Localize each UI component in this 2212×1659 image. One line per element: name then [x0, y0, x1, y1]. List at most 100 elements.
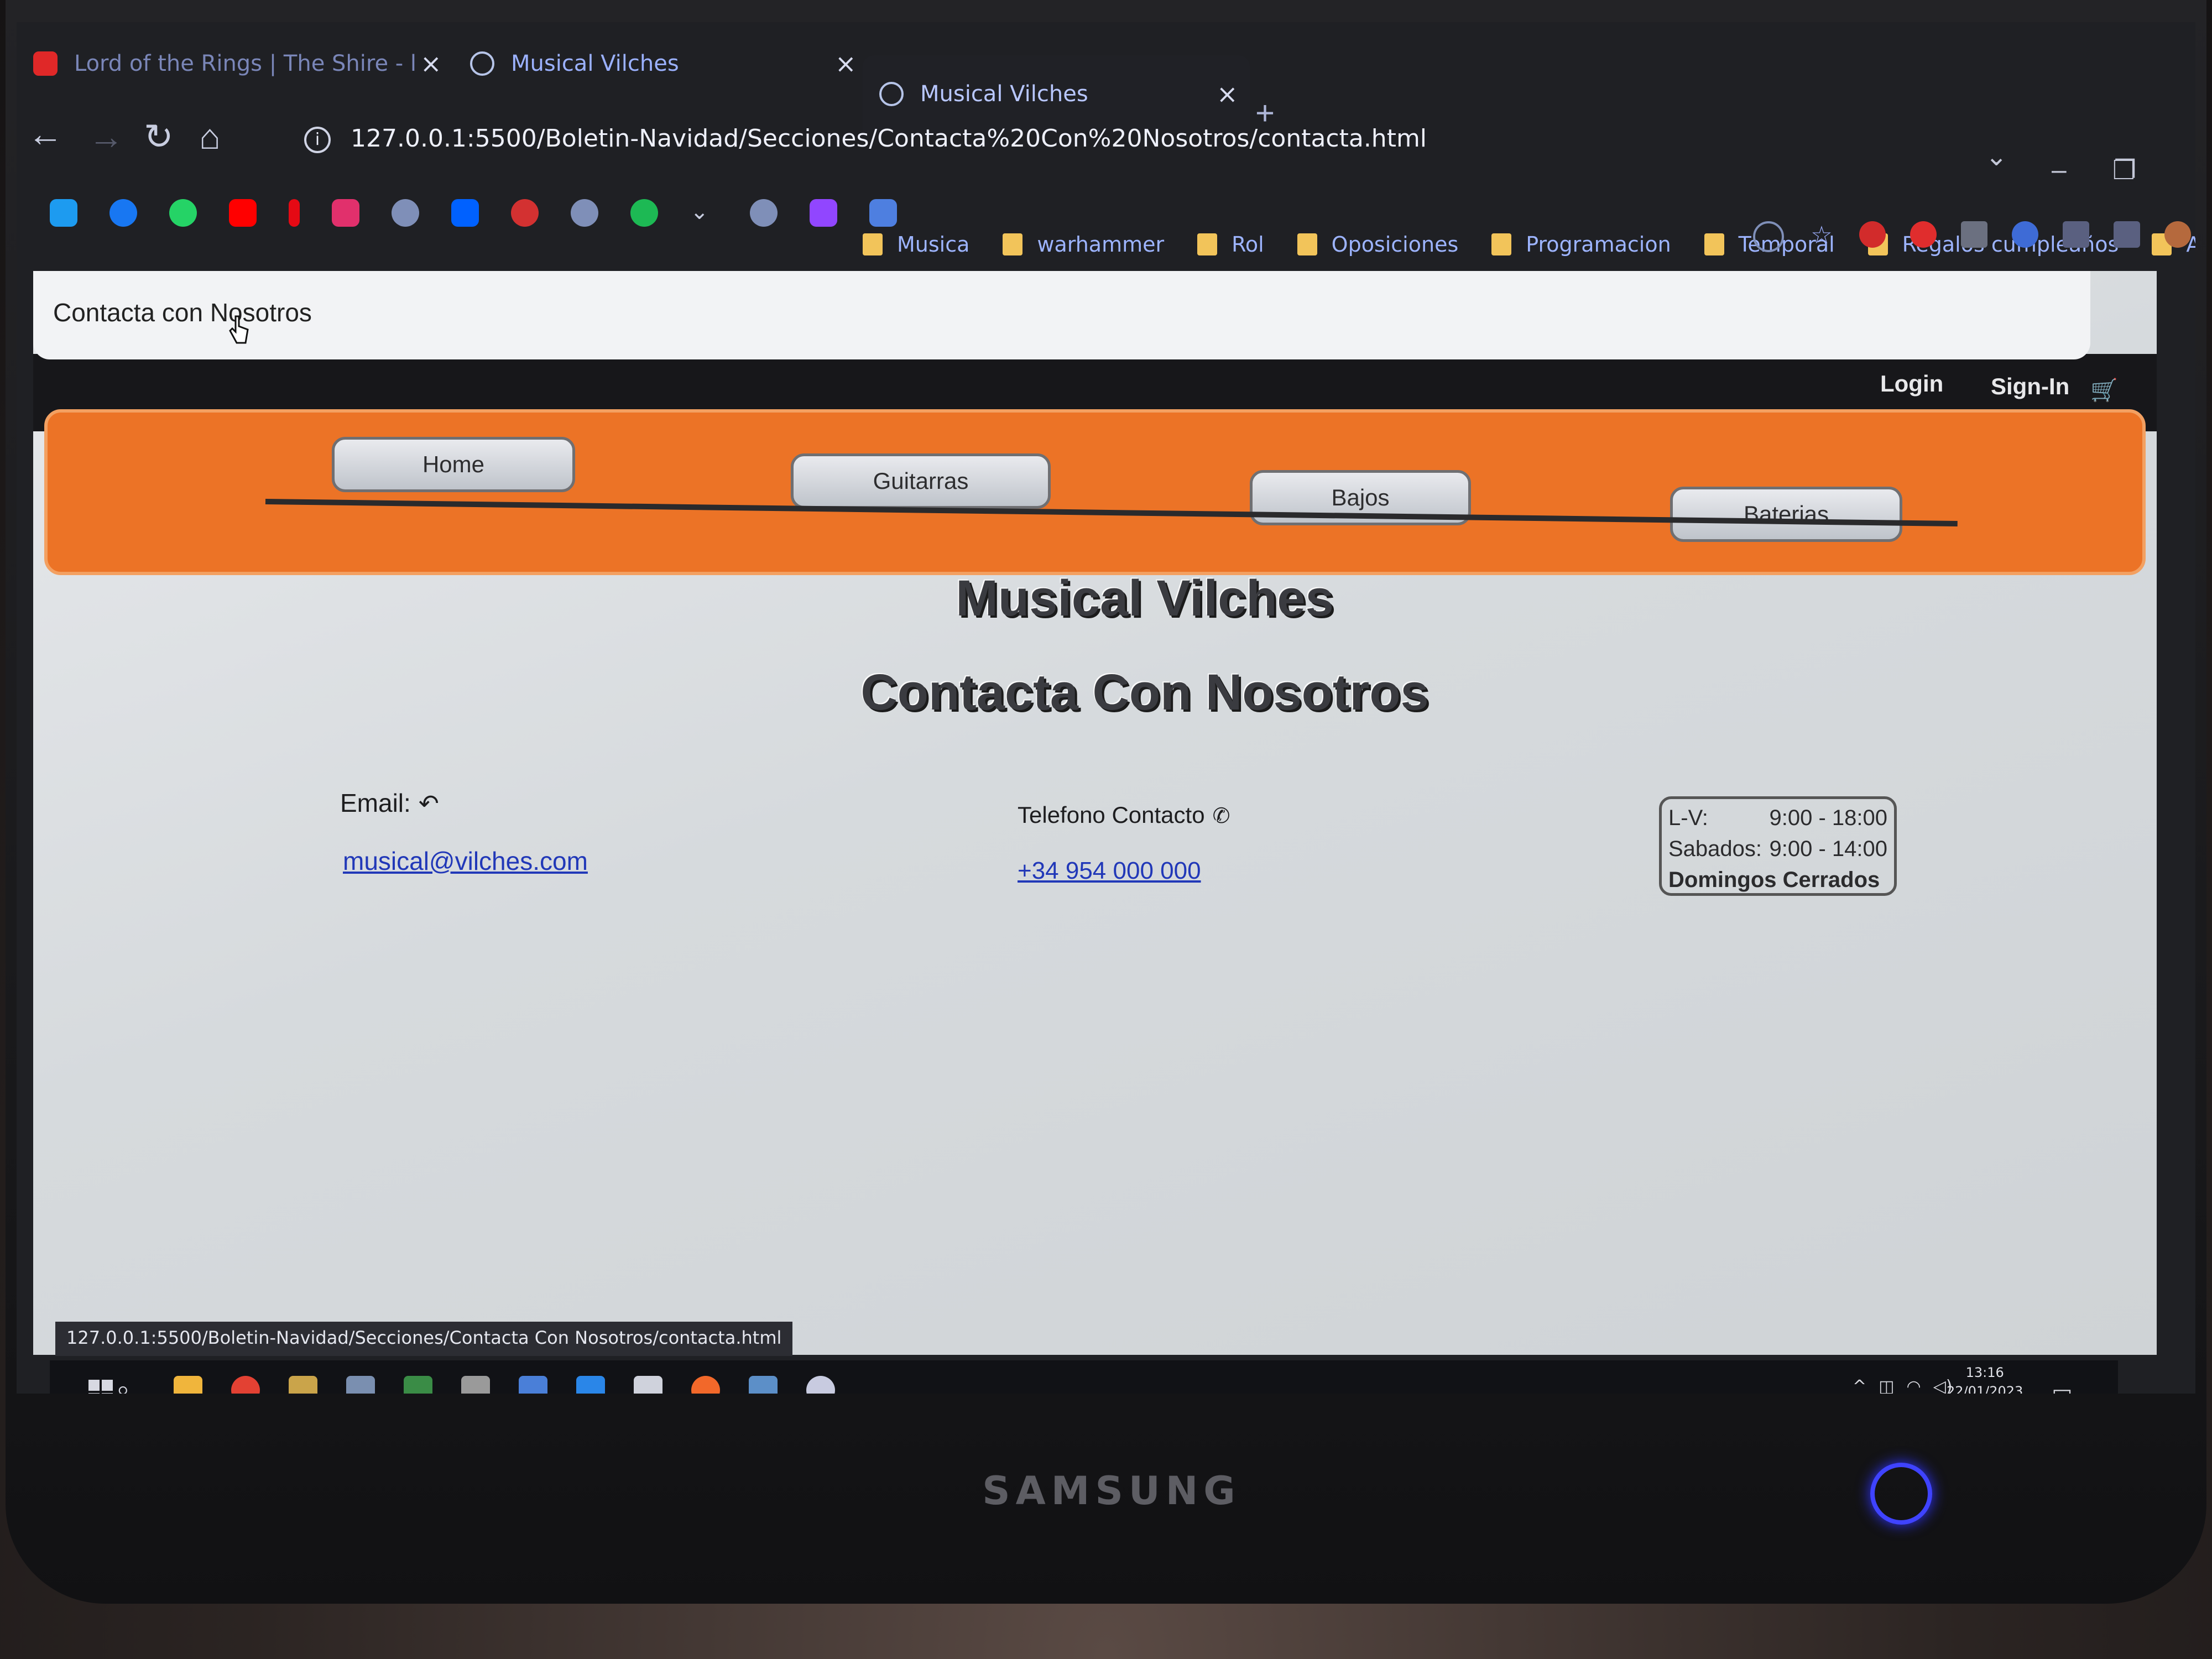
youtube-icon[interactable]: [229, 199, 257, 227]
info-icon[interactable]: i: [304, 127, 331, 153]
bookmark-folder[interactable]: warhammer: [1003, 232, 1164, 257]
app-icon[interactable]: [461, 1376, 490, 1394]
globe-icon[interactable]: [392, 199, 419, 227]
chevron-up-icon[interactable]: ^: [1853, 1377, 1866, 1394]
share-icon[interactable]: [1753, 221, 1784, 252]
firefox-icon[interactable]: [691, 1376, 720, 1394]
monitor-brand: SAMSUNG: [982, 1468, 1241, 1514]
screenshot-icon[interactable]: [1961, 221, 1987, 248]
bookmark-folder[interactable]: Rol: [1197, 232, 1264, 257]
status-bar: 127.0.0.1:5500/Boletin-Navidad/Secciones…: [55, 1322, 793, 1356]
instagram-icon[interactable]: [332, 199, 359, 227]
tab-title: Musical Vilches: [920, 81, 1088, 107]
chevron-down-icon[interactable]: ⌄: [1985, 141, 2007, 172]
spotify-icon[interactable]: [630, 199, 658, 227]
bookmark-folder[interactable]: Oposiciones: [1297, 232, 1458, 257]
netflix-icon[interactable]: [289, 199, 300, 227]
tab-title: Musical Vilches: [511, 51, 679, 76]
youtube-icon: [33, 51, 58, 76]
cart-icon[interactable]: 🛒: [2090, 377, 2118, 403]
globe-icon: [879, 82, 904, 106]
phone-link[interactable]: +34 954 000 000: [1018, 857, 1201, 885]
extension-icons: ☆ ⋮: [1753, 221, 2195, 252]
twitter-icon[interactable]: [50, 199, 77, 227]
folder-icon: [863, 233, 883, 255]
login-link[interactable]: Login: [1880, 371, 1943, 397]
close-icon[interactable]: ×: [835, 49, 857, 79]
signin-link[interactable]: Sign-In: [1991, 373, 2069, 400]
app-icon[interactable]: [289, 1376, 317, 1394]
taskbar-apps: ⌕: [116, 1376, 835, 1394]
hand-cursor-icon: [229, 315, 249, 344]
reading-list-icon[interactable]: [2063, 221, 2089, 248]
chevron-down-icon[interactable]: ⌄: [690, 199, 718, 227]
home-icon[interactable]: ⌂: [199, 116, 221, 157]
minimize-icon[interactable]: –: [2052, 155, 2067, 185]
document-icon[interactable]: [519, 1376, 547, 1394]
search-icon[interactable]: ⌕: [116, 1376, 145, 1394]
sidebar-icon[interactable]: [2114, 221, 2140, 248]
back-icon[interactable]: ←: [28, 113, 63, 154]
at-icon[interactable]: [869, 199, 897, 227]
restore-icon[interactable]: ❐: [2112, 155, 2136, 186]
clock[interactable]: 13:16 22/01/2023: [1947, 1363, 2023, 1394]
reload-icon[interactable]: ↻: [144, 116, 174, 158]
wifi-icon[interactable]: ◠: [1907, 1377, 1921, 1394]
app-icon[interactable]: [749, 1376, 778, 1394]
chrome-icon[interactable]: [231, 1376, 260, 1394]
facebook-icon[interactable]: [109, 199, 137, 227]
opening-hours-box: L-V: 9:00 - 18:00 Sabados: 9:00 - 14:00 Do…: [1659, 796, 1897, 896]
system-tray: ^ ◫ ◠ ◁): [1853, 1377, 1952, 1394]
tab-lotr[interactable]: Lord of the Rings | The Shire - l ×: [33, 33, 453, 94]
site-title: Musical Vilches: [956, 570, 1334, 627]
power-led-icon[interactable]: [1870, 1463, 1932, 1525]
hours-closed: Domingos Cerrados: [1668, 868, 1880, 892]
close-icon[interactable]: ×: [1217, 79, 1238, 109]
globe-icon[interactable]: [571, 199, 598, 227]
puzzle-icon[interactable]: [2012, 221, 2038, 248]
globe-icon[interactable]: [750, 199, 778, 227]
bookmark-icons: ⌄: [50, 199, 897, 227]
folder-icon: [1491, 233, 1512, 255]
tab-musical-vilches-1[interactable]: Musical Vilches ×: [470, 33, 868, 94]
tab-musical-vilches-active[interactable]: Musical Vilches ×: [863, 55, 1250, 133]
address-bar[interactable]: i 127.0.0.1:5500/Boletin-Navidad/Seccione…: [304, 124, 1427, 153]
twitch-icon[interactable]: [810, 199, 837, 227]
network-icon[interactable]: ◫: [1879, 1377, 1894, 1394]
nav-home-button[interactable]: Home: [332, 437, 575, 492]
address-text: 127.0.0.1:5500/Boletin-Navidad/Secciones…: [351, 124, 1427, 153]
star-icon[interactable]: ☆: [1808, 221, 1835, 249]
tooltip: Contacta con Nosotros: [33, 271, 2090, 359]
email-link[interactable]: musical@vilches.com: [343, 846, 588, 876]
page-title: Contacta Con Nosotros: [860, 664, 1429, 721]
app-icon[interactable]: [346, 1376, 375, 1394]
bookmark-folder[interactable]: Programacion: [1491, 232, 1671, 257]
avatar[interactable]: [2164, 221, 2191, 248]
nav-guitarras-button[interactable]: Guitarras: [791, 453, 1051, 509]
close-icon[interactable]: ×: [420, 49, 442, 79]
notifications-icon[interactable]: ▭: [2052, 1380, 2073, 1394]
whatsapp-icon[interactable]: [169, 199, 197, 227]
nav-baterias-button[interactable]: Baterias: [1670, 487, 1902, 542]
hours-row: L-V: 9:00 - 18:00: [1668, 806, 1887, 830]
forward-icon[interactable]: →: [88, 116, 124, 157]
windows-start-icon[interactable]: [88, 1380, 113, 1394]
cube-icon[interactable]: [634, 1376, 662, 1394]
calendar-18-icon[interactable]: [511, 199, 539, 227]
extension-red-icon[interactable]: [1859, 221, 1886, 248]
folder-icon: [1003, 233, 1023, 255]
phone-icon: ✆: [1212, 805, 1230, 828]
github-icon[interactable]: [806, 1376, 835, 1394]
dropbox-icon[interactable]: [451, 199, 479, 227]
globe-icon: [470, 51, 494, 76]
file-explorer-icon[interactable]: [174, 1376, 202, 1394]
folder-icon: [1297, 233, 1317, 255]
spreadsheet-icon[interactable]: [404, 1376, 432, 1394]
phone-label: Telefono Contacto ✆: [1018, 802, 1230, 828]
bookmark-folder[interactable]: Musica: [863, 232, 969, 257]
screen: Lord of the Rings | The Shire - l × Musi…: [17, 22, 2195, 1394]
hours-row: Sabados: 9:00 - 14:00: [1668, 837, 1887, 861]
vscode-icon[interactable]: [576, 1376, 605, 1394]
adblock-icon[interactable]: [1910, 221, 1937, 248]
tooltip-text: Contacta con Nosotros: [53, 298, 312, 327]
